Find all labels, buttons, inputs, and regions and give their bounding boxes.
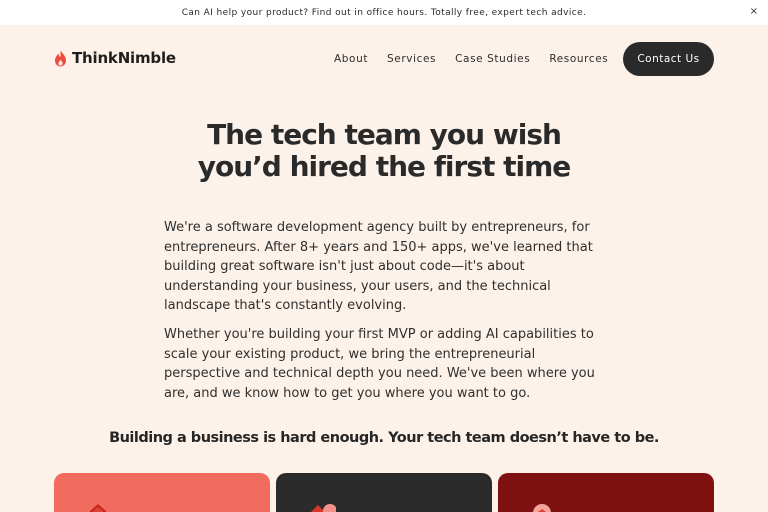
- card-illustration-icon: [311, 504, 336, 512]
- nav-link-case-studies[interactable]: Case Studies: [455, 53, 530, 65]
- service-card-1[interactable]: [54, 473, 270, 512]
- hero-title: The tech team you wish you’d hired the f…: [0, 119, 768, 183]
- nav-links: About Services Case Studies Resources: [334, 53, 627, 65]
- banner-text[interactable]: Can AI help your product? Find out in of…: [182, 8, 587, 18]
- close-icon[interactable]: ×: [750, 6, 758, 18]
- tagline: Building a business is hard enough. Your…: [109, 430, 659, 446]
- service-card-2[interactable]: [276, 473, 492, 512]
- service-card-3[interactable]: [498, 473, 714, 512]
- card-illustration-icon: [533, 504, 551, 512]
- nav-link-resources[interactable]: Resources: [549, 53, 608, 65]
- flame-icon: [55, 50, 66, 66]
- intro-paragraph: We're a software development agency buil…: [164, 220, 593, 313]
- announcement-banner: Can AI help your product? Find out in of…: [0, 0, 768, 25]
- contact-us-button[interactable]: Contact Us: [623, 42, 714, 76]
- hero-title-line-1: The tech team you wish: [207, 118, 562, 151]
- mission-paragraph: Whether you're building your first MVP o…: [164, 327, 595, 401]
- hero-title-line-2: you’d hired the first time: [197, 150, 572, 183]
- nav-link-services[interactable]: Services: [387, 53, 436, 65]
- logo[interactable]: ThinkNimble: [54, 49, 176, 67]
- card-illustration-icon: [90, 504, 106, 512]
- main-navigation: ThinkNimble About Services Case Studies …: [0, 25, 768, 95]
- logo-text: ThinkNimble: [72, 49, 176, 67]
- nav-link-about[interactable]: About: [334, 53, 368, 65]
